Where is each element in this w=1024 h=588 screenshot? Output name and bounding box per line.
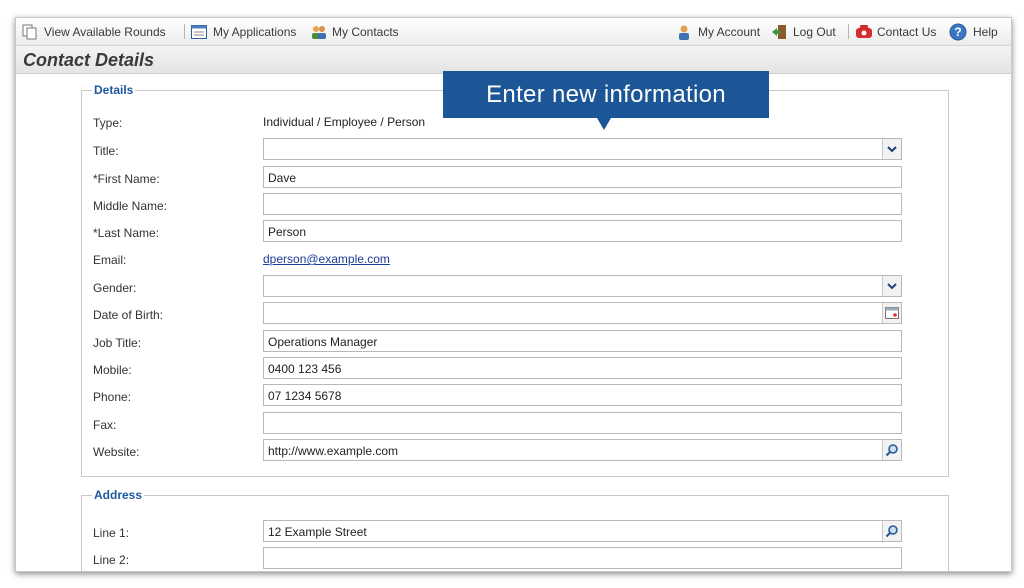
first-name-label: *First Name: <box>93 172 160 186</box>
title-select[interactable] <box>263 138 902 160</box>
page-title: Contact Details <box>23 50 155 70</box>
nav-divider <box>848 24 849 39</box>
applications-form-icon <box>191 24 207 40</box>
chevron-down-icon[interactable] <box>882 276 901 296</box>
address-line2-field[interactable] <box>263 547 902 569</box>
gender-label: Gender: <box>93 281 137 295</box>
job-title-label: Job Title: <box>93 336 142 350</box>
nav-view-available-rounds-label: View Available Rounds <box>44 24 166 39</box>
dob-row: Date of Birth: <box>82 302 948 326</box>
email-label: Email: <box>93 253 127 267</box>
title-row: Title: <box>82 138 948 162</box>
logout-door-icon <box>771 24 787 40</box>
address-section: Address Line 1: 12 Example Street Line 2… <box>81 488 949 571</box>
title-label: Title: <box>93 144 119 158</box>
last-name-label: *Last Name: <box>93 226 160 240</box>
address-line2-label: Line 2: <box>93 553 130 567</box>
nav-help[interactable]: ? Help <box>949 22 998 41</box>
account-user-icon <box>676 24 692 40</box>
calendar-icon[interactable] <box>882 303 901 323</box>
help-icon: ? <box>949 23 967 41</box>
last-name-row: *Last Name: Person <box>82 220 948 244</box>
first-name-field[interactable]: Dave <box>263 166 902 188</box>
first-name-row: *First Name: Dave <box>82 166 948 190</box>
telephone-icon <box>855 24 872 40</box>
address-line1-row: Line 1: 12 Example Street <box>82 520 948 544</box>
nav-my-applications[interactable]: My Applications <box>191 22 296 41</box>
address-line1-field[interactable]: 12 Example Street <box>263 520 902 542</box>
nav-my-account-label: My Account <box>698 24 761 39</box>
nav-divider <box>184 24 185 39</box>
nav-contact-us-label: Contact Us <box>877 24 937 39</box>
nav-my-contacts-label: My Contacts <box>332 24 399 39</box>
fax-field[interactable] <box>263 412 902 434</box>
details-legend: Details <box>94 83 134 97</box>
type-label: Type: <box>93 116 123 130</box>
address-line2-row: Line 2: <box>82 547 948 571</box>
gender-select[interactable] <box>263 275 902 297</box>
page-title-bar: Contact Details <box>16 46 1011 74</box>
search-icon[interactable] <box>882 440 901 460</box>
svg-text:?: ? <box>954 25 961 39</box>
address-line1-label: Line 1: <box>93 526 130 540</box>
address-legend: Address <box>94 488 143 502</box>
nav-log-out[interactable]: Log Out <box>771 22 836 41</box>
first-name-value: Dave <box>268 171 297 185</box>
type-value: Individual / Employee / Person <box>263 115 426 129</box>
fax-row: Fax: <box>82 412 948 436</box>
website-row: Website: http://www.example.com <box>82 439 948 463</box>
middle-name-field[interactable] <box>263 193 902 215</box>
nav-my-applications-label: My Applications <box>213 24 297 39</box>
middle-name-label: Middle Name: <box>93 199 168 213</box>
callout-pointer <box>597 118 611 130</box>
job-title-field[interactable]: Operations Manager <box>263 330 902 352</box>
nav-my-account[interactable]: My Account <box>676 22 760 41</box>
nav-view-available-rounds[interactable]: View Available Rounds <box>22 22 166 41</box>
job-title-value: Operations Manager <box>268 335 378 349</box>
nav-contact-us[interactable]: Contact Us <box>855 22 936 41</box>
search-icon[interactable] <box>882 521 901 541</box>
dob-field[interactable] <box>263 302 902 324</box>
email-row: Email: dperson@example.com <box>82 247 948 271</box>
phone-value: 07 1234 5678 <box>268 389 342 403</box>
mobile-label: Mobile: <box>93 363 132 377</box>
last-name-value: Person <box>268 225 307 239</box>
top-nav-bar: View Available Rounds My Applications My… <box>16 18 1011 46</box>
address-line1-value: 12 Example Street <box>268 525 367 539</box>
phone-field[interactable]: 07 1234 5678 <box>263 384 902 406</box>
last-name-field[interactable]: Person <box>263 220 902 242</box>
mobile-field[interactable]: 0400 123 456 <box>263 357 902 379</box>
instruction-callout: Enter new information <box>443 71 769 118</box>
contacts-people-icon <box>310 24 326 40</box>
website-label: Website: <box>93 445 140 459</box>
phone-label: Phone: <box>93 390 132 404</box>
fax-label: Fax: <box>93 418 117 432</box>
job-title-row: Job Title: Operations Manager <box>82 330 948 354</box>
mobile-value: 0400 123 456 <box>268 362 342 376</box>
gender-row: Gender: <box>82 275 948 299</box>
website-field[interactable]: http://www.example.com <box>263 439 902 461</box>
documents-icon <box>22 24 38 40</box>
dob-label: Date of Birth: <box>93 308 164 322</box>
phone-row: Phone: 07 1234 5678 <box>82 384 948 408</box>
email-link[interactable]: dperson@example.com <box>263 252 390 266</box>
details-section: Details Type: Individual / Employee / Pe… <box>81 83 949 477</box>
nav-log-out-label: Log Out <box>793 24 836 39</box>
chevron-down-icon[interactable] <box>882 139 901 159</box>
nav-help-label: Help <box>973 24 998 39</box>
mobile-row: Mobile: 0400 123 456 <box>82 357 948 381</box>
nav-my-contacts[interactable]: My Contacts <box>310 22 399 41</box>
website-value: http://www.example.com <box>268 444 399 458</box>
middle-name-row: Middle Name: <box>82 193 948 217</box>
